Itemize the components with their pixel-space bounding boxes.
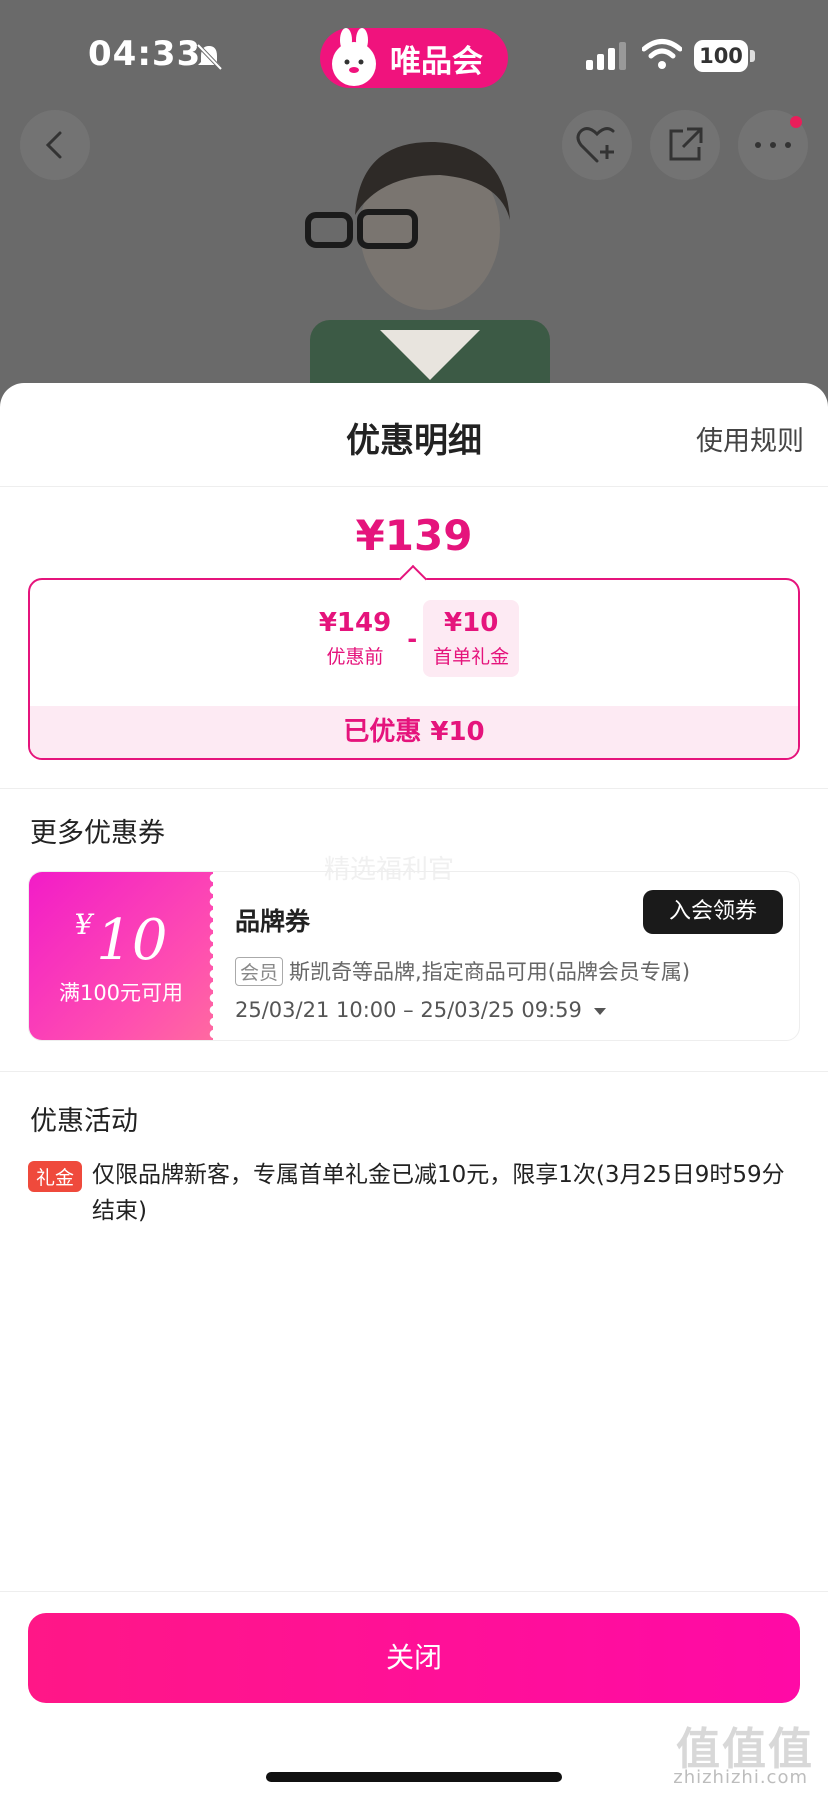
coupon-value-panel: ¥10 满100元可用 — [29, 872, 214, 1040]
activity-title: 优惠活动 — [30, 1106, 138, 1137]
more-button[interactable] — [738, 110, 808, 180]
member-tag: 会员 — [235, 957, 284, 986]
more-dots-icon — [755, 142, 791, 148]
join-claim-coupon-button[interactable]: 入会领券 — [643, 890, 783, 934]
footer-divider — [0, 1591, 828, 1592]
coupon-date-text: 25/03/21 10:00 – 25/03/25 09:59 — [235, 998, 582, 1022]
original-price-label: 优惠前 — [326, 646, 384, 668]
usage-rules-link[interactable]: 使用规则 — [696, 419, 804, 458]
gift-value: ¥10 — [444, 608, 499, 638]
first-order-gift-item: ¥10 首单礼金 — [423, 600, 520, 677]
brand-mascot-icon — [332, 28, 376, 86]
coupon-condition: 满100元可用 — [58, 981, 184, 1005]
coupon-perforation — [206, 872, 214, 1040]
coupon-amount-value: 10 — [96, 908, 168, 973]
price-breakdown: ¥149 优惠前 - ¥10 首单礼金 已优惠 ¥10 — [28, 578, 800, 760]
minus-sign: - — [407, 624, 418, 653]
caret-down-icon — [593, 1007, 606, 1015]
coupon-description-text: 斯凯奇等品牌,指定商品可用(品牌会员专属) — [289, 960, 691, 984]
original-price-item: ¥149 优惠前 — [309, 600, 401, 677]
more-coupons-title: 更多优惠券 — [30, 818, 165, 849]
heart-plus-icon — [576, 127, 615, 163]
coupon-description: 会员 斯凯奇等品牌,指定商品可用(品牌会员专属) — [235, 956, 690, 986]
brand-name: 唯品会 — [390, 43, 483, 80]
battery-indicator: 100 — [694, 40, 756, 72]
gift-label: 首单礼金 — [433, 646, 510, 668]
site-watermark-url: zhizhizhi.com — [673, 1767, 808, 1788]
activity-item: 礼金 仅限品牌新客，专属首单礼金已减10元，限享1次(3月25日9时59分结束) — [28, 1157, 788, 1229]
brand-coupon-card: ¥10 满100元可用 品牌券 入会领券 会员 斯凯奇等品牌,指定商品可用(品牌会… — [28, 871, 800, 1041]
section-divider — [0, 788, 828, 789]
chevron-left-icon — [45, 131, 62, 159]
bell-muted-icon — [196, 43, 223, 71]
brand-badge: 唯品会 — [320, 28, 508, 88]
cellular-signal-icon — [586, 42, 626, 70]
close-button[interactable]: 关闭 — [28, 1613, 800, 1703]
notification-dot — [790, 116, 802, 128]
battery-level: 100 — [694, 40, 748, 72]
home-indicator — [266, 1772, 562, 1782]
original-price-value: ¥149 — [318, 608, 392, 638]
favorite-button[interactable] — [562, 110, 632, 180]
status-bar: 04:33 唯品会 100 — [0, 0, 828, 110]
back-button[interactable] — [20, 110, 90, 180]
gift-tag: 礼金 — [28, 1161, 83, 1192]
activity-text: 仅限品牌新客，专属首单礼金已减10元，限享1次(3月25日9时59分结束) — [92, 1162, 785, 1224]
coupon-name: 品牌券 — [235, 907, 311, 936]
share-button[interactable] — [650, 110, 720, 180]
header-divider — [0, 486, 828, 487]
share-icon — [669, 127, 703, 161]
product-model-image — [305, 141, 550, 420]
section-divider-2 — [0, 1071, 828, 1072]
final-price: ¥139 — [355, 511, 473, 560]
saved-amount: 已优惠 ¥10 — [30, 706, 798, 758]
status-time: 04:33 — [88, 34, 202, 74]
coupon-currency: ¥ — [74, 908, 93, 941]
coupon-date-range[interactable]: 25/03/21 10:00 – 25/03/25 09:59 — [235, 998, 606, 1022]
wifi-icon — [642, 39, 682, 69]
discount-detail-sheet: 优惠明细 使用规则 ¥139 ¥149 优惠前 - ¥10 首单礼金 已优惠 ¥… — [0, 383, 828, 1795]
battery-tip — [750, 50, 755, 62]
coupon-amount: ¥10 — [29, 908, 213, 973]
